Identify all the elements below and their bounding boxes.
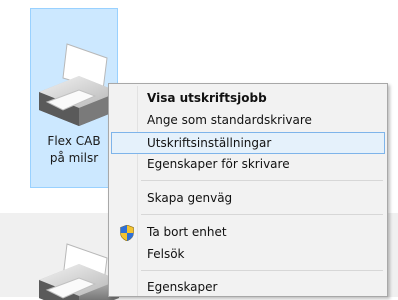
menu-item-utskriftsinstallningar[interactable]: Utskriftsinställningar — [111, 132, 385, 154]
device-name-line-2: på milsr — [49, 151, 99, 165]
device-name-line-1: Flex CAB — [47, 134, 101, 148]
menu-separator — [141, 180, 383, 181]
device-name-label: Flex CAB på milsr — [32, 133, 116, 167]
menu-item-egenskaper-for-skrivare[interactable]: Egenskaper för skrivare — [111, 154, 385, 176]
menu-item-label: Ta bort enhet — [147, 225, 227, 239]
context-menu: Visa utskriftsjobb Ange som standardskri… — [108, 83, 388, 297]
devices-and-printers-view: Flex CAB på milsr Visa utskriftsjobb Ang… — [0, 0, 398, 300]
uac-shield-icon — [120, 225, 134, 241]
menu-separator — [141, 270, 383, 271]
menu-item-visa-utskriftsjobb[interactable]: Visa utskriftsjobb — [111, 88, 385, 110]
menu-item-felsok[interactable]: Felsök — [111, 244, 385, 266]
menu-separator — [141, 214, 383, 215]
menu-item-egenskaper[interactable]: Egenskaper — [111, 277, 385, 296]
menu-item-skapa-genvag[interactable]: Skapa genväg — [111, 188, 385, 210]
menu-item-ange-som-standardskrivare[interactable]: Ange som standardskrivare — [111, 110, 385, 132]
menu-item-ta-bort-enhet[interactable]: Ta bort enhet — [111, 222, 385, 244]
